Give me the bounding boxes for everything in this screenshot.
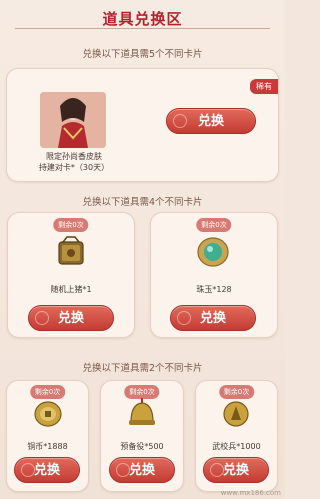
tier4-exchange-button-2[interactable]: 兑换 [170, 305, 256, 331]
bronze-chest-icon [53, 234, 89, 270]
item-label: 武校兵*1000 [212, 442, 261, 451]
coin-icon [31, 398, 65, 430]
remaining-count: 剩余0次 [29, 385, 66, 399]
item-label: 铜币*1888 [27, 442, 68, 451]
button-label: 兑换 [222, 463, 249, 478]
remaining-count: 剩余0次 [218, 385, 255, 399]
tier2-exchange-button-1[interactable]: 兑换 [14, 457, 80, 483]
helmet-icon [125, 398, 159, 430]
section-subtitle-4: 兑换以下道具需4个不同卡片 [82, 197, 203, 208]
item-label: 随机上猪*1 [50, 285, 92, 294]
button-ornament-icon [21, 463, 35, 477]
title-divider [15, 28, 270, 29]
section-subtitle-5: 兑换以下道具需5个不同卡片 [82, 49, 203, 60]
remaining-count: 剩余0次 [53, 218, 89, 232]
button-label: 兑换 [57, 311, 84, 326]
button-ornament-icon [116, 463, 130, 477]
button-label: 兑换 [199, 311, 226, 326]
watermark-text: www.mx186.com [220, 489, 281, 497]
button-ornament-icon [35, 311, 49, 325]
page-title: 道具兑换区 [102, 10, 183, 28]
jade-orb-icon [194, 234, 232, 270]
premium-line-2: 持建对卡*（30天） [38, 163, 110, 172]
soldier-medal-icon [219, 398, 253, 430]
button-ornament-icon [210, 463, 224, 477]
rare-badge: 稀有 [250, 79, 278, 94]
premium-item-label: 限定孙尚香皮肤 持建对卡*（30天） [38, 151, 110, 173]
button-label: 兑换 [33, 463, 60, 478]
skin-portrait [40, 92, 106, 148]
button-label: 兑换 [197, 114, 224, 129]
remaining-count: 剩余0次 [124, 385, 160, 399]
section-subtitle-2: 兑换以下道具需2个不同卡片 [82, 363, 203, 374]
button-ornament-icon [173, 114, 187, 128]
item-label: 珠玉*128 [196, 285, 232, 294]
premium-exchange-button[interactable]: 兑换 [166, 108, 256, 134]
tier2-exchange-button-3[interactable]: 兑换 [203, 457, 269, 483]
exchange-page: 道具兑换区 兑换以下道具需5个不同卡片 稀有 限定孙尚香皮肤 持建对卡*（30天… [0, 0, 285, 499]
item-label: 预备役*500 [120, 442, 164, 451]
tier2-exchange-button-2[interactable]: 兑换 [109, 457, 175, 483]
button-ornament-icon [177, 311, 191, 325]
premium-line-1: 限定孙尚香皮肤 [46, 152, 102, 161]
button-label: 兑换 [128, 463, 155, 478]
tier4-exchange-button-1[interactable]: 兑换 [28, 305, 114, 331]
remaining-count: 剩余0次 [196, 218, 232, 232]
